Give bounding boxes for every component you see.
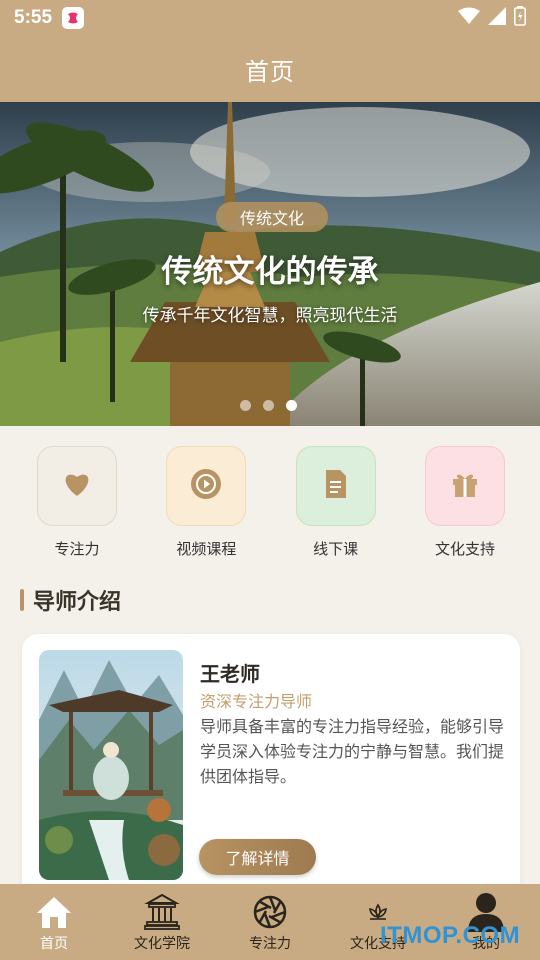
banner-tag: 传统文化 bbox=[216, 202, 328, 232]
quick-link-label: 线下课 bbox=[313, 540, 359, 558]
nav-label: 文化学院 bbox=[134, 936, 190, 952]
home-icon bbox=[34, 892, 74, 932]
quick-link-label: 专注力 bbox=[54, 540, 100, 558]
banner-subtitle: 传承千年文化智慧，照亮现代生活 bbox=[142, 306, 398, 326]
status-bar: 5:55 bbox=[0, 0, 540, 36]
section-title: 导师介绍 bbox=[33, 590, 122, 615]
document-icon bbox=[324, 470, 348, 502]
nav-item-academy[interactable]: 文化学院 bbox=[108, 892, 216, 953]
quick-link-icon-box[interactable] bbox=[424, 446, 505, 526]
play-icon bbox=[190, 468, 222, 504]
watermark-text: ITMOP.COM bbox=[380, 922, 521, 949]
page-title: 首页 bbox=[245, 57, 295, 86]
quick-link-icon-box[interactable] bbox=[166, 446, 247, 526]
wifi-icon bbox=[458, 7, 480, 29]
carousel-indicator bbox=[240, 400, 297, 411]
learn-more-button[interactable]: 了解详情 bbox=[199, 839, 316, 875]
heart-icon bbox=[63, 471, 91, 501]
carousel-dot-active[interactable] bbox=[286, 400, 297, 411]
quick-links: 专注力 视频课程 线下课 文化支持 bbox=[0, 446, 540, 559]
nav-item-home[interactable]: 首页 bbox=[0, 892, 108, 953]
teacher-card[interactable]: 王老师 资深专注力导师 导师具备丰富的专注力指导经验，能够引导学员深入体验专注力… bbox=[22, 634, 520, 904]
temple-icon bbox=[142, 892, 182, 932]
teacher-description: 导师具备丰富的专注力指导经验，能够引导学员深入体验专注力的宁静与智慧。我们提供团… bbox=[200, 717, 505, 786]
title-bar: 首页 bbox=[0, 36, 540, 102]
nav-label: 专注力 bbox=[249, 936, 291, 952]
carousel-dot[interactable] bbox=[263, 400, 274, 411]
status-time: 5:55 bbox=[14, 7, 53, 28]
aperture-icon bbox=[250, 892, 290, 932]
section-accent-bar bbox=[20, 589, 24, 611]
quick-link-icon-box[interactable] bbox=[37, 446, 117, 526]
quick-link-label: 视频课程 bbox=[176, 540, 237, 558]
quick-link-offline-class[interactable]: 线下课 bbox=[295, 446, 376, 559]
app-notification-icon bbox=[62, 7, 85, 29]
battery-icon bbox=[514, 6, 526, 30]
nav-item-focus[interactable]: 专注力 bbox=[216, 892, 324, 953]
gift-icon bbox=[451, 470, 479, 502]
signal-icon bbox=[488, 7, 506, 29]
section-header: 导师介绍 bbox=[20, 584, 121, 616]
nav-label: 首页 bbox=[40, 936, 68, 952]
quick-link-label: 文化支持 bbox=[434, 540, 495, 558]
teacher-title: 资深专注力导师 bbox=[200, 692, 313, 711]
banner-title: 传统文化的传承 bbox=[161, 254, 379, 290]
teacher-name: 王老师 bbox=[200, 662, 260, 686]
quick-link-focus[interactable]: 专注力 bbox=[37, 446, 117, 559]
quick-link-icon-box[interactable] bbox=[295, 446, 376, 526]
teacher-image bbox=[39, 650, 183, 880]
carousel-dot[interactable] bbox=[240, 400, 251, 411]
quick-link-video-course[interactable]: 视频课程 bbox=[166, 446, 247, 559]
quick-link-culture-support[interactable]: 文化支持 bbox=[424, 446, 505, 559]
hero-banner[interactable]: 传统文化 传统文化的传承 传承千年文化智慧，照亮现代生活 bbox=[0, 102, 540, 426]
